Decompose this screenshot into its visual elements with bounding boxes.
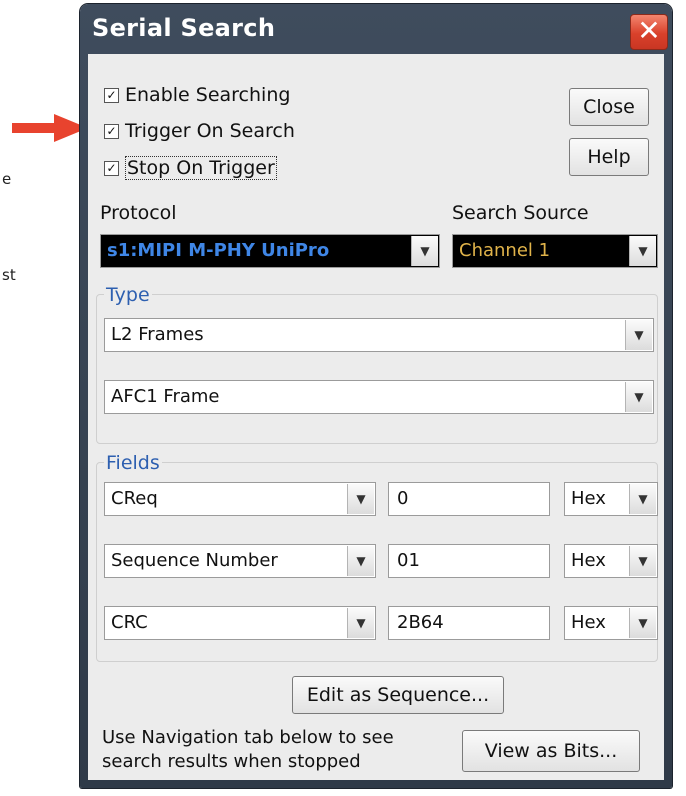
field-value: 0 bbox=[397, 488, 409, 509]
type-group-label: Type bbox=[104, 284, 152, 306]
checkbox-label: Stop On Trigger bbox=[125, 156, 277, 180]
checkmark-icon: ✓ bbox=[104, 87, 119, 103]
chevron-down-icon[interactable]: ▼ bbox=[629, 236, 656, 266]
checkbox-label: Trigger On Search bbox=[125, 120, 295, 142]
chevron-down-icon[interactable]: ▼ bbox=[625, 320, 652, 350]
close-icon[interactable]: ✕ bbox=[630, 14, 668, 50]
field-name-select[interactable]: Sequence Number ▼ bbox=[104, 544, 376, 578]
chevron-down-icon[interactable]: ▼ bbox=[347, 608, 374, 638]
chevron-down-icon[interactable]: ▼ bbox=[347, 484, 374, 514]
field-name-select[interactable]: CReq ▼ bbox=[104, 482, 376, 516]
chevron-down-icon[interactable]: ▼ bbox=[629, 484, 656, 514]
field-format-select[interactable]: Hex ▼ bbox=[564, 544, 658, 578]
field-value-input[interactable]: 0 bbox=[388, 482, 550, 516]
close-button[interactable]: Close bbox=[569, 88, 649, 126]
protocol-select[interactable]: s1:MIPI M-PHY UniPro ▼ bbox=[100, 234, 440, 268]
page-text-fragment: st bbox=[2, 266, 16, 284]
trigger-on-search-checkbox[interactable]: ✓ Trigger On Search bbox=[104, 120, 295, 142]
field-value-input[interactable]: 01 bbox=[388, 544, 550, 578]
chevron-down-icon[interactable]: ▼ bbox=[629, 546, 656, 576]
search-source-value: Channel 1 bbox=[459, 240, 551, 261]
checkbox-label: Enable Searching bbox=[125, 84, 291, 106]
edit-as-sequence-button[interactable]: Edit as Sequence... bbox=[292, 676, 504, 714]
type-value: L2 Frames bbox=[111, 324, 204, 345]
field-name: CRC bbox=[111, 612, 148, 633]
checkmark-icon: ✓ bbox=[104, 160, 119, 176]
field-name-select[interactable]: CRC ▼ bbox=[104, 606, 376, 640]
chevron-down-icon[interactable]: ▼ bbox=[629, 608, 656, 638]
frame-select[interactable]: AFC1 Frame ▼ bbox=[104, 380, 654, 414]
type-group bbox=[96, 294, 658, 444]
protocol-value: s1:MIPI M-PHY UniPro bbox=[107, 240, 330, 261]
page-text-fragment: e bbox=[2, 170, 12, 188]
dialog-title: Serial Search bbox=[92, 14, 276, 42]
field-value: 01 bbox=[397, 550, 420, 571]
frame-value: AFC1 Frame bbox=[111, 386, 220, 407]
footer-hint: Use Navigation tab below to see search r… bbox=[102, 726, 394, 774]
checkmark-icon: ✓ bbox=[104, 123, 119, 139]
field-name: Sequence Number bbox=[111, 550, 278, 571]
fields-group-label: Fields bbox=[104, 452, 162, 474]
enable-searching-checkbox[interactable]: ✓ Enable Searching bbox=[104, 84, 290, 106]
protocol-label: Protocol bbox=[100, 202, 177, 224]
field-format-select[interactable]: Hex ▼ bbox=[564, 482, 658, 516]
type-select[interactable]: L2 Frames ▼ bbox=[104, 318, 654, 352]
chevron-down-icon[interactable]: ▼ bbox=[347, 546, 374, 576]
field-format-select[interactable]: Hex ▼ bbox=[564, 606, 658, 640]
help-button[interactable]: Help bbox=[569, 138, 649, 176]
stop-on-trigger-checkbox[interactable]: ✓ Stop On Trigger bbox=[104, 156, 277, 180]
footer-line: Use Navigation tab below to see bbox=[102, 727, 394, 748]
field-format: Hex bbox=[571, 550, 606, 571]
field-value: 2B64 bbox=[397, 612, 444, 633]
callout-arrow bbox=[12, 123, 58, 133]
title-bar[interactable]: Serial Search ✕ bbox=[80, 4, 672, 54]
field-format: Hex bbox=[571, 612, 606, 633]
footer-line: search results when stopped bbox=[102, 751, 361, 772]
search-source-label: Search Source bbox=[452, 202, 589, 224]
chevron-down-icon[interactable]: ▼ bbox=[625, 382, 652, 412]
dialog-body: ✓ Enable Searching ✓ Trigger On Search ✓… bbox=[88, 54, 664, 780]
search-source-select[interactable]: Channel 1 ▼ bbox=[452, 234, 658, 268]
field-name: CReq bbox=[111, 488, 158, 509]
field-value-input[interactable]: 2B64 bbox=[388, 606, 550, 640]
field-format: Hex bbox=[571, 488, 606, 509]
view-as-bits-button[interactable]: View as Bits... bbox=[462, 730, 640, 772]
serial-search-dialog: Serial Search ✕ ✓ Enable Searching ✓ Tri… bbox=[80, 4, 672, 788]
chevron-down-icon[interactable]: ▼ bbox=[411, 236, 438, 266]
